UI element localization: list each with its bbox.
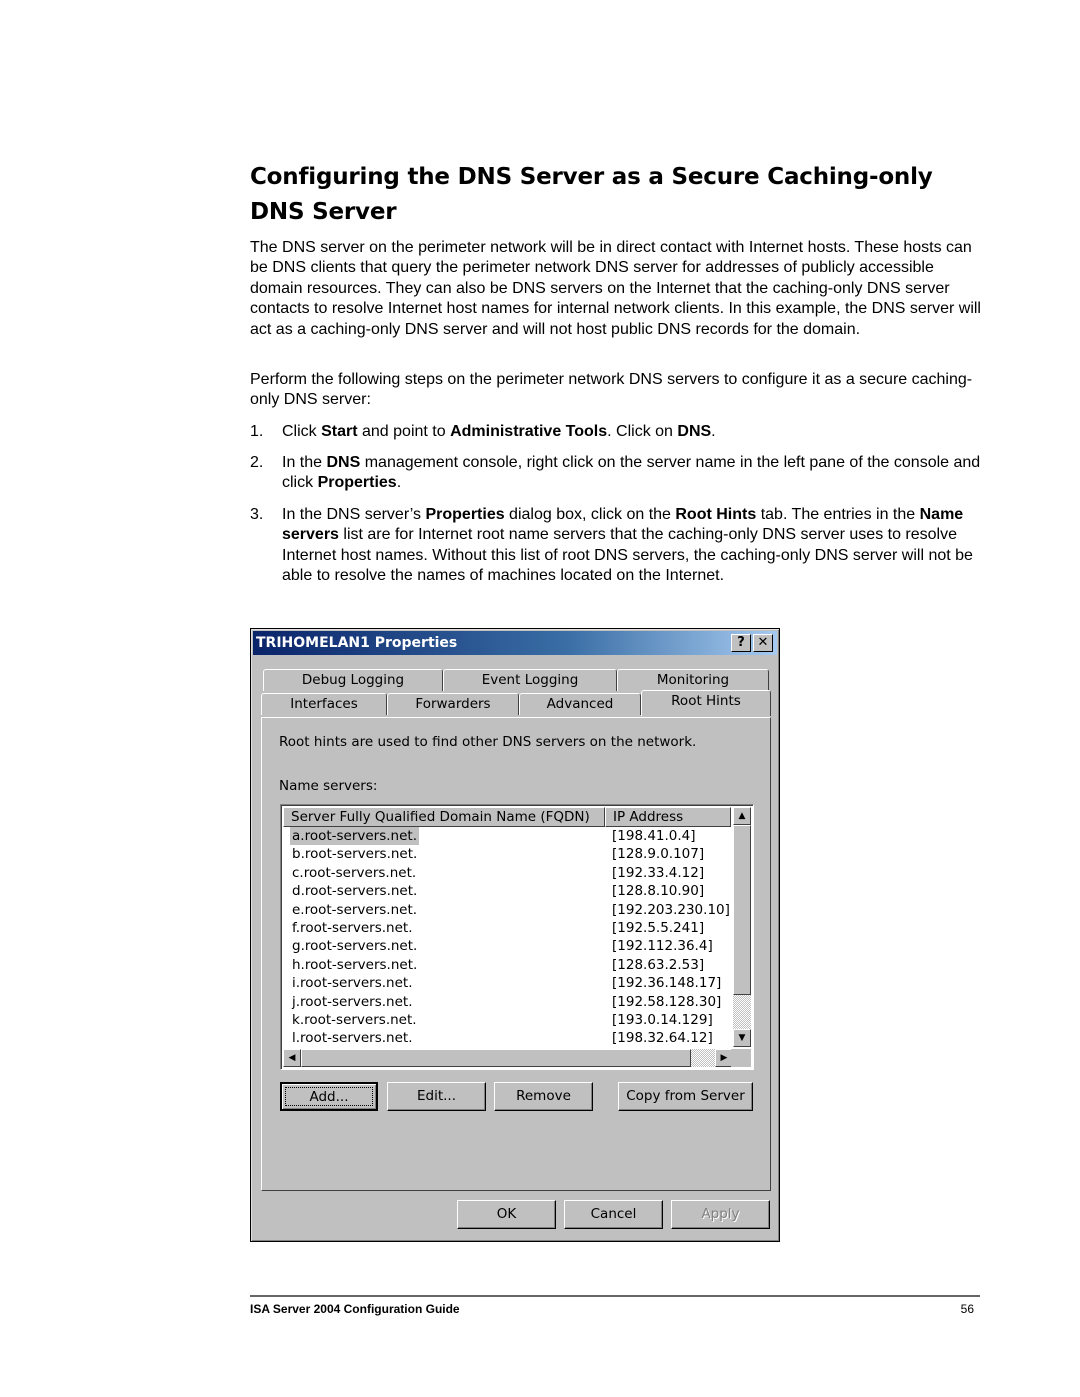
step-text: In the DNS server’s Properties dialog bo… bbox=[282, 506, 973, 585]
fqdn-cell: j.root-servers.net. bbox=[292, 993, 413, 1010]
list-item[interactable]: f.root-servers.net. [192.5.5.241] bbox=[283, 919, 728, 937]
list-item[interactable]: b.root-servers.net. [128.9.0.107] bbox=[283, 845, 728, 863]
root-hints-panel: Root hints are used to find other DNS se… bbox=[261, 717, 771, 1191]
list-item[interactable]: h.root-servers.net. [128.63.2.53] bbox=[283, 956, 728, 974]
scroll-left-icon[interactable]: ◀ bbox=[283, 1049, 301, 1067]
edit-button[interactable]: Edit... bbox=[387, 1082, 486, 1111]
horizontal-scroll-thumb[interactable] bbox=[301, 1049, 691, 1067]
fqdn-cell: h.root-servers.net. bbox=[292, 956, 418, 973]
apply-button[interactable]: Apply bbox=[671, 1200, 770, 1229]
scroll-down-icon[interactable]: ▼ bbox=[733, 1029, 751, 1047]
list-item[interactable]: g.root-servers.net. [192.112.36.4] bbox=[283, 937, 728, 955]
ip-cell: [192.5.5.241] bbox=[612, 920, 705, 936]
name-servers-label: Name servers: bbox=[279, 778, 378, 794]
ok-button[interactable]: OK bbox=[457, 1200, 556, 1229]
step-text: In the DNS management console, right cli… bbox=[282, 454, 981, 492]
list-item[interactable]: k.root-servers.net. [193.0.14.129] bbox=[283, 1011, 728, 1029]
ip-cell: [198.32.64.12] bbox=[612, 1030, 713, 1047]
tab-root-hints[interactable]: Root Hints bbox=[641, 690, 771, 716]
list-item[interactable]: l.root-servers.net. [198.32.64.12] bbox=[283, 1029, 728, 1047]
list-item[interactable]: c.root-servers.net. [192.33.4.12] bbox=[283, 864, 728, 882]
copy-from-server-button[interactable]: Copy from Server bbox=[618, 1082, 753, 1111]
tab-advanced[interactable]: Advanced bbox=[519, 693, 641, 715]
scroll-up-icon[interactable]: ▲ bbox=[733, 807, 751, 825]
fqdn-cell: g.root-servers.net. bbox=[292, 938, 418, 955]
ip-cell: [192.33.4.12] bbox=[612, 864, 705, 881]
ip-cell: [192.112.36.4] bbox=[612, 938, 713, 955]
help-icon[interactable]: ? bbox=[731, 634, 751, 652]
tab-forwarders[interactable]: Forwarders bbox=[387, 693, 519, 715]
ip-cell: [192.36.148.17] bbox=[612, 975, 722, 992]
dialog-titlebar: TRIHOMELAN1 Properties ? ✕ bbox=[253, 631, 777, 655]
list-item[interactable]: j.root-servers.net. [192.58.128.30] bbox=[283, 993, 728, 1011]
ip-cell: [192.58.128.30] bbox=[612, 993, 722, 1010]
dialog-title: TRIHOMELAN1 Properties bbox=[256, 635, 458, 651]
fqdn-cell: k.root-servers.net. bbox=[292, 1012, 417, 1028]
remove-button[interactable]: Remove bbox=[494, 1082, 593, 1111]
ip-cell: [128.9.0.107] bbox=[612, 846, 705, 863]
fqdn-cell: e.root-servers.net. bbox=[292, 901, 418, 918]
column-header-fqdn[interactable]: Server Fully Qualified Domain Name (FQDN… bbox=[283, 807, 605, 827]
step-text: Click Start and point to Administrative … bbox=[282, 423, 716, 440]
tab-interfaces[interactable]: Interfaces bbox=[261, 693, 387, 715]
step-number: 1. bbox=[250, 423, 264, 440]
ip-cell: [192.203.230.10] bbox=[612, 901, 730, 918]
close-icon[interactable]: ✕ bbox=[753, 634, 773, 652]
fqdn-cell: a.root-servers.net. bbox=[290, 827, 420, 845]
properties-dialog: TRIHOMELAN1 Properties ? ✕ Debug Logging… bbox=[250, 628, 780, 1242]
fqdn-cell: l.root-servers.net. bbox=[292, 1030, 413, 1047]
step-number: 3. bbox=[250, 506, 264, 523]
step-number: 2. bbox=[250, 454, 264, 471]
name-servers-list[interactable]: Server Fully Qualified Domain Name (FQDN… bbox=[280, 804, 754, 1070]
footer-divider bbox=[250, 1295, 980, 1297]
page-number: 56 bbox=[960, 1302, 974, 1316]
column-header-ip[interactable]: IP Address bbox=[605, 807, 731, 827]
fqdn-cell: f.root-servers.net. bbox=[292, 920, 413, 936]
tab-monitoring[interactable]: Monitoring bbox=[617, 669, 769, 691]
intro-paragraph: The DNS server on the perimeter network … bbox=[250, 239, 981, 338]
scrollbar-corner bbox=[731, 1049, 751, 1067]
ip-cell: [128.63.2.53] bbox=[612, 956, 705, 973]
ip-cell: [193.0.14.129] bbox=[612, 1012, 713, 1028]
fqdn-cell: d.root-servers.net. bbox=[292, 883, 418, 900]
list-item[interactable]: e.root-servers.net. [192.203.230.10] bbox=[283, 901, 730, 919]
tab-debug-logging[interactable]: Debug Logging bbox=[263, 669, 443, 691]
horizontal-scrollbar[interactable]: ◀ ▶ bbox=[283, 1049, 733, 1067]
cancel-button[interactable]: Cancel bbox=[564, 1200, 663, 1229]
steps-intro-paragraph: Perform the following steps on the perim… bbox=[250, 371, 973, 409]
vertical-scrollbar[interactable]: ▲ ▼ bbox=[733, 807, 751, 1047]
list-item[interactable]: i.root-servers.net. [192.36.148.17] bbox=[283, 974, 728, 992]
footer-title: ISA Server 2004 Configuration Guide bbox=[250, 1302, 460, 1316]
fqdn-cell: c.root-servers.net. bbox=[292, 864, 417, 881]
ip-cell: [198.41.0.4] bbox=[612, 828, 696, 844]
ip-cell: [128.8.10.90] bbox=[612, 883, 705, 900]
list-item[interactable]: a.root-servers.net. [198.41.0.4] bbox=[283, 827, 728, 845]
scroll-thumb[interactable] bbox=[733, 825, 751, 995]
tab-event-logging[interactable]: Event Logging bbox=[443, 669, 617, 691]
section-heading: Configuring the DNS Server as a Secure C… bbox=[250, 164, 933, 225]
add-button[interactable]: Add... bbox=[280, 1082, 378, 1111]
fqdn-cell: i.root-servers.net. bbox=[292, 975, 413, 992]
list-item[interactable]: d.root-servers.net. [128.8.10.90] bbox=[283, 882, 728, 900]
root-hints-description: Root hints are used to find other DNS se… bbox=[279, 734, 697, 750]
fqdn-cell: b.root-servers.net. bbox=[292, 846, 418, 863]
